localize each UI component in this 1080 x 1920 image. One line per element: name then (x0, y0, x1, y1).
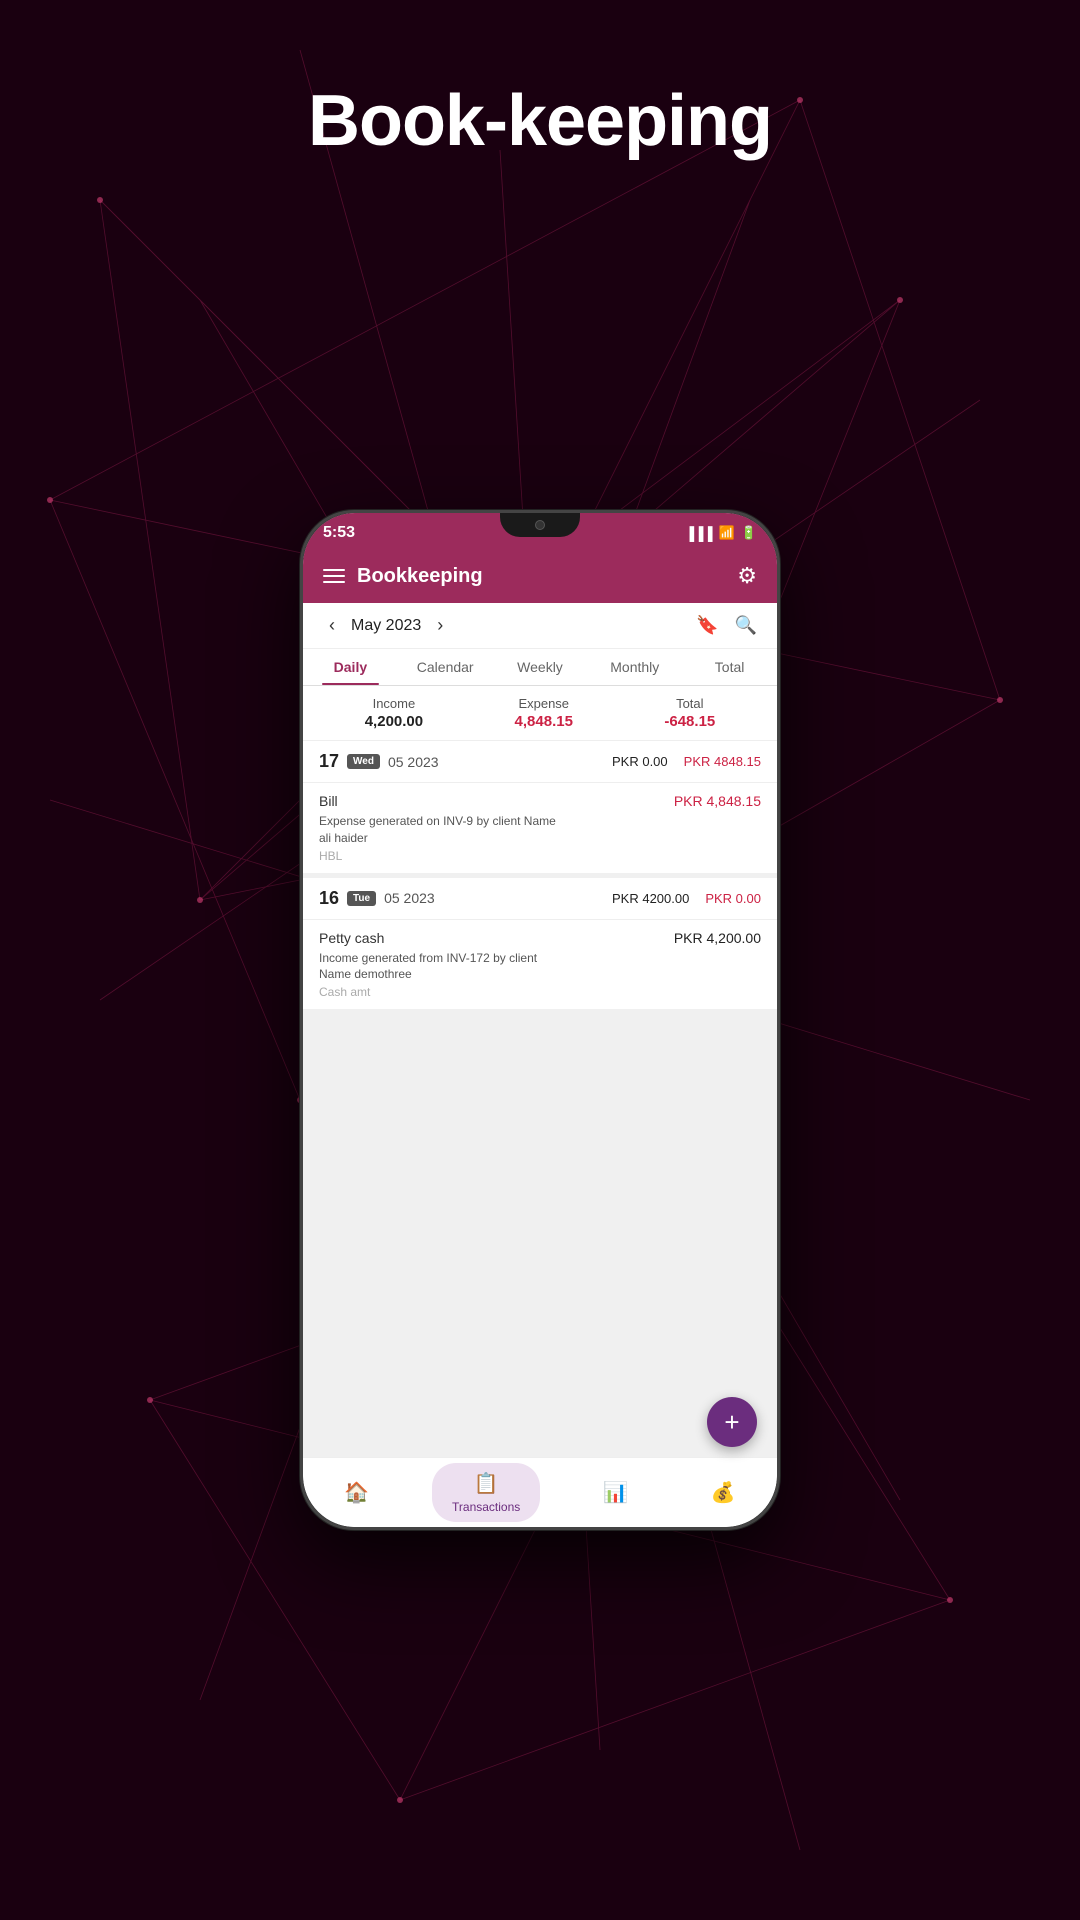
date-group-17: 17 Wed 05 2023 PKR 0.00 PKR 4848.15 Bill… (303, 741, 777, 874)
next-month-button[interactable]: › (431, 613, 449, 638)
accounts-icon: 💰 (711, 1480, 736, 1505)
summary-expense: Expense 4,848.15 (515, 696, 573, 730)
date-num-17: 17 (319, 751, 339, 772)
bottom-nav: 🏠 📋 Transactions 📊 💰 (303, 1457, 777, 1527)
tab-total[interactable]: Total (682, 649, 777, 685)
prev-month-button[interactable]: ‹ (323, 613, 341, 638)
nav-transactions[interactable]: 📋 Transactions (432, 1463, 540, 1522)
date-year-16: 05 2023 (384, 890, 435, 906)
date-income-17: PKR 0.00 (612, 754, 668, 769)
day-badge-16: Tue (347, 891, 376, 906)
transaction-amount-petty: PKR 4,200.00 (674, 930, 761, 946)
nav-transactions-label: Transactions (452, 1500, 520, 1514)
date-expense-17: PKR 4848.15 (684, 754, 761, 769)
transaction-desc-bill: Expense generated on INV-9 by client Nam… (319, 813, 559, 847)
search-icon[interactable]: 🔍 (735, 615, 757, 636)
app-header: Bookkeeping ⚙ (303, 553, 777, 603)
tab-weekly[interactable]: Weekly (493, 649, 588, 685)
total-value: -648.15 (664, 713, 715, 730)
transactions-icon: 📋 (474, 1471, 499, 1496)
list-item[interactable]: Bill Expense generated on INV-9 by clien… (303, 783, 777, 874)
header-left: Bookkeeping (323, 565, 483, 588)
battery-icon: 🔋 (741, 525, 757, 541)
stats-icon: 📊 (603, 1480, 628, 1505)
day-badge-17: Wed (347, 754, 380, 769)
status-bar: 5:53 ▐▐▐ 📶 🔋 (303, 513, 777, 553)
nav-stats[interactable]: 📊 (583, 1472, 648, 1513)
transaction-desc-petty: Income generated from INV-172 by client … (319, 950, 559, 984)
transaction-left-bill: Bill Expense generated on INV-9 by clien… (319, 793, 559, 863)
date-year-17: 05 2023 (388, 754, 439, 770)
list-item[interactable]: Petty cash Income generated from INV-172… (303, 920, 777, 1011)
transaction-amount-bill: PKR 4,848.15 (674, 793, 761, 809)
expense-value: 4,848.15 (515, 713, 573, 730)
date-amounts-16: PKR 4200.00 PKR 0.00 (612, 891, 761, 906)
transaction-row-bill: Bill Expense generated on INV-9 by clien… (319, 793, 761, 863)
nav-home[interactable]: 🏠 (324, 1472, 389, 1513)
tabs: Daily Calendar Weekly Monthly Total (303, 649, 777, 686)
date-left-16: 16 Tue 05 2023 (319, 888, 435, 909)
transaction-left-petty: Petty cash Income generated from INV-172… (319, 930, 559, 1000)
summary-income: Income 4,200.00 (365, 696, 423, 730)
add-transaction-button[interactable]: + (707, 1397, 757, 1447)
month-nav-left: ‹ May 2023 › (323, 613, 449, 638)
summary-total: Total -648.15 (664, 696, 715, 730)
expense-label: Expense (515, 696, 573, 711)
phone-shell: 5:53 ▐▐▐ 📶 🔋 Bookkeeping ⚙ ‹ (300, 510, 780, 1530)
tab-daily[interactable]: Daily (303, 649, 398, 685)
app-title: Bookkeeping (357, 565, 483, 588)
signal-icon: ▐▐▐ (685, 526, 713, 541)
camera-icon (535, 520, 545, 530)
transaction-category-petty: Petty cash (319, 930, 559, 946)
notch (500, 513, 580, 537)
transaction-category-bill: Bill (319, 793, 559, 809)
month-nav: ‹ May 2023 › 🔖 🔍 (303, 603, 777, 649)
home-icon: 🏠 (344, 1480, 369, 1505)
wifi-icon: 📶 (719, 525, 735, 541)
transactions-list: 17 Wed 05 2023 PKR 0.00 PKR 4848.15 Bill… (303, 741, 777, 1457)
date-group-16: 16 Tue 05 2023 PKR 4200.00 PKR 0.00 Pett… (303, 878, 777, 1011)
month-label: May 2023 (351, 617, 421, 635)
nav-accounts[interactable]: 💰 (691, 1472, 756, 1513)
transaction-row-petty: Petty cash Income generated from INV-172… (319, 930, 761, 1000)
month-nav-right: 🔖 🔍 (696, 615, 757, 636)
date-income-16: PKR 4200.00 (612, 891, 689, 906)
page-title: Book-keeping (0, 80, 1080, 162)
date-amounts-17: PKR 0.00 PKR 4848.15 (612, 754, 761, 769)
hamburger-icon[interactable] (323, 569, 345, 583)
summary-row: Income 4,200.00 Expense 4,848.15 Total -… (303, 686, 777, 741)
date-header-16: 16 Tue 05 2023 PKR 4200.00 PKR 0.00 (303, 878, 777, 920)
gear-icon[interactable]: ⚙ (737, 563, 757, 589)
status-time: 5:53 (323, 524, 355, 542)
total-label: Total (664, 696, 715, 711)
transaction-sub-bill: HBL (319, 849, 559, 863)
date-num-16: 16 (319, 888, 339, 909)
date-left-17: 17 Wed 05 2023 (319, 751, 439, 772)
date-header-17: 17 Wed 05 2023 PKR 0.00 PKR 4848.15 (303, 741, 777, 783)
tab-calendar[interactable]: Calendar (398, 649, 493, 685)
date-expense-16: PKR 0.00 (705, 891, 761, 906)
transaction-sub-petty: Cash amt (319, 985, 559, 999)
bookmark-icon[interactable]: 🔖 (696, 615, 718, 636)
tab-monthly[interactable]: Monthly (587, 649, 682, 685)
phone-screen: 5:53 ▐▐▐ 📶 🔋 Bookkeeping ⚙ ‹ (303, 513, 777, 1527)
status-icons: ▐▐▐ 📶 🔋 (685, 525, 757, 541)
income-value: 4,200.00 (365, 713, 423, 730)
income-label: Income (365, 696, 423, 711)
